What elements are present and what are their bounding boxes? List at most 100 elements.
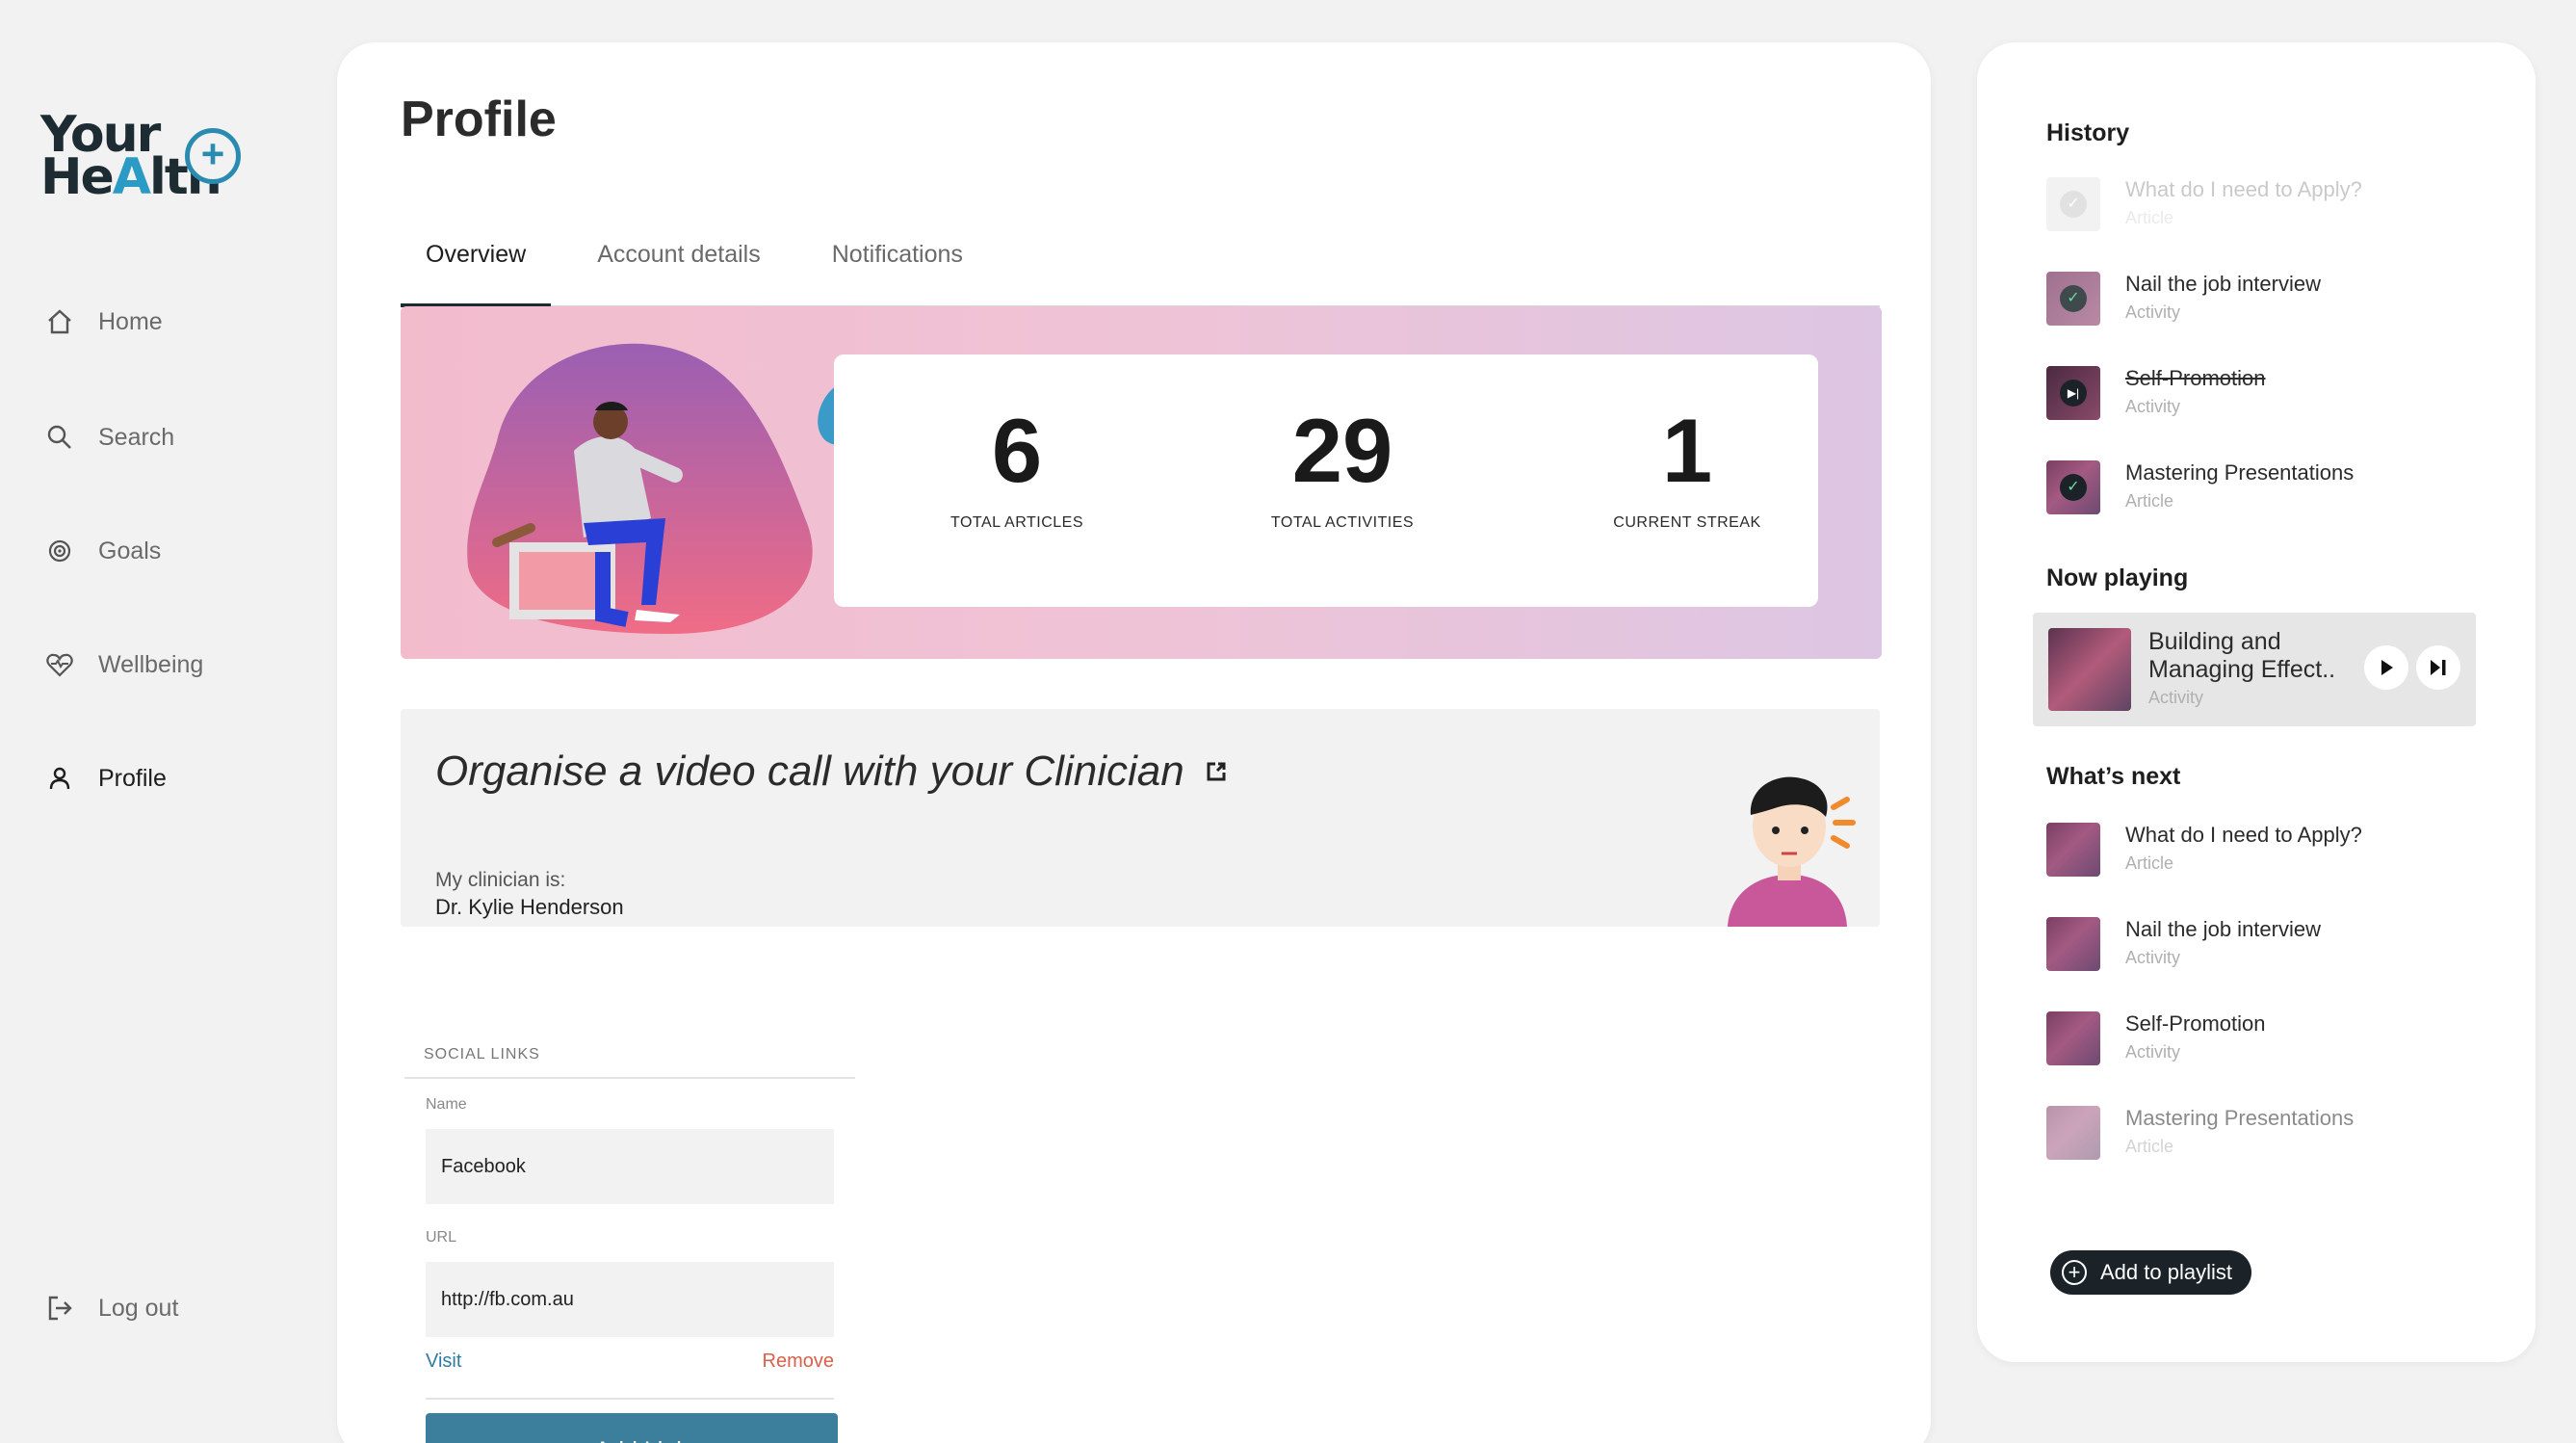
stats-card: 6 TOTAL ARTICLES 29 TOTAL ACTIVITIES 1 C… (834, 354, 1818, 607)
name-label: Name (426, 1096, 467, 1113)
sidebar: Your HeAlth + Home Search Goals Wellbein… (0, 0, 318, 1443)
item-type: Article (2125, 208, 2174, 227)
item-title: Nail the job interview (2125, 917, 2321, 941)
nav-search[interactable]: Search (44, 422, 174, 453)
call-title-text: Organise a video call with your Clinicia… (435, 748, 1184, 795)
history-title: History (2046, 119, 2130, 146)
nav-wellbeing-label: Wellbeing (98, 650, 204, 678)
stat-label: CURRENT STREAK (1613, 514, 1761, 531)
stat-total-articles: 6 TOTAL ARTICLES (901, 403, 1132, 532)
check-icon: ✓ (2060, 474, 2087, 501)
item-type: Activity (2125, 948, 2181, 967)
check-icon: ✓ (2060, 191, 2087, 218)
history-item[interactable]: ✓ Mastering Presentations Article (2046, 457, 2489, 518)
clinician-label: My clinician is: (435, 869, 566, 891)
tab-account-details[interactable]: Account details (572, 206, 786, 307)
clinician-name: Dr. Kylie Henderson (435, 895, 624, 919)
add-link-button[interactable]: + Add Link (426, 1413, 838, 1443)
tab-bar: Overview Account details Notifications (401, 206, 1880, 307)
page-title: Profile (401, 92, 557, 147)
url-label: URL (426, 1229, 457, 1246)
nav-goals[interactable]: Goals (44, 536, 161, 566)
nav-home[interactable]: Home (44, 306, 163, 337)
nav-logout[interactable]: Log out (44, 1293, 178, 1324)
thumbnail (2046, 1106, 2100, 1160)
playlist-panel: History ✓ What do I need to Apply? Artic… (1977, 42, 2536, 1362)
item-title: What do I need to Apply? (2125, 823, 2362, 847)
stat-current-streak: 1 CURRENT STREAK (1572, 403, 1803, 532)
tab-notifications[interactable]: Notifications (807, 206, 988, 307)
item-title: Self-Promotion (2125, 1011, 2266, 1036)
stat-label: TOTAL ACTIVITIES (1270, 514, 1415, 531)
now-playing-title: Now playing (2046, 564, 2189, 591)
external-link-icon (1207, 762, 1226, 781)
history-item[interactable]: ✓ What do I need to Apply? Article (2046, 173, 2489, 235)
logo[interactable]: Your HeAlth + (40, 110, 262, 210)
item-type: Activity (2125, 1042, 2181, 1062)
stat-value: 1 (1661, 400, 1713, 501)
social-links-heading: SOCIAL LINKS (404, 1036, 855, 1079)
thumbnail: ▶| (2046, 366, 2100, 420)
user-icon (49, 767, 70, 790)
item-type: Activity (2125, 302, 2181, 322)
add-to-playlist-label: Add to playlist (2100, 1260, 2232, 1284)
name-field[interactable]: Facebook (426, 1129, 834, 1204)
now-playing-card[interactable]: Building and Managing Effect.. Activity (2033, 613, 2476, 726)
now-playing-item-type: Activity (2148, 688, 2204, 707)
main-panel: Profile Overview Account details Notific… (337, 42, 1931, 1443)
next-item[interactable]: Mastering Presentations Article (2046, 1102, 2489, 1164)
next-item[interactable]: Self-Promotion Activity (2046, 1008, 2489, 1069)
thumbnail (2046, 823, 2100, 877)
tab-overview[interactable]: Overview (401, 206, 552, 307)
thumbnail: ✓ (2046, 177, 2100, 231)
history-item[interactable]: ✓ Nail the job interview Activity (2046, 268, 2489, 329)
item-type: Article (2125, 491, 2174, 511)
nav-profile[interactable]: Profile (44, 763, 167, 794)
item-title: What do I need to Apply? (2125, 177, 2362, 201)
nav-wellbeing[interactable]: Wellbeing (44, 649, 203, 680)
add-to-playlist-button[interactable]: + Add to playlist (2050, 1250, 2251, 1295)
item-type: Article (2125, 1137, 2174, 1156)
visit-link[interactable]: Visit (426, 1351, 461, 1373)
whats-next-title: What’s next (2046, 763, 2181, 790)
heart-pulse-icon (46, 653, 73, 677)
social-links-section: SOCIAL LINKS Name Facebook URL http://fb… (404, 1036, 855, 1443)
skip-next-icon (2431, 660, 2446, 675)
nav-goals-label: Goals (98, 537, 162, 564)
item-type: Article (2125, 853, 2174, 873)
item-title: Nail the job interview (2125, 272, 2321, 296)
nav-profile-label: Profile (98, 764, 167, 792)
nav-home-label: Home (98, 307, 163, 335)
play-icon (2381, 660, 2393, 675)
clinician-call-card[interactable]: Organise a video call with your Clinicia… (401, 709, 1880, 927)
next-item[interactable]: What do I need to Apply? Article (2046, 819, 2489, 880)
thumbnail: ✓ (2046, 272, 2100, 326)
divider (426, 1398, 834, 1400)
now-playing-thumbnail (2048, 628, 2131, 711)
thumbnail (2046, 1011, 2100, 1065)
skip-icon: ▶| (2060, 380, 2087, 407)
target-icon (48, 539, 71, 563)
nav-search-label: Search (98, 423, 175, 451)
plus-circle-icon: + (2062, 1260, 2087, 1285)
next-item[interactable]: Nail the job interview Activity (2046, 913, 2489, 975)
link-actions: Visit Remove (426, 1351, 834, 1373)
check-icon: ✓ (2060, 285, 2087, 312)
call-title[interactable]: Organise a video call with your Clinicia… (435, 748, 1229, 796)
stat-value: 6 (991, 400, 1043, 501)
stat-total-activities: 29 TOTAL ACTIVITIES (1227, 403, 1458, 532)
person-sitting-illustration (467, 343, 873, 634)
play-button[interactable] (2364, 645, 2408, 690)
item-title: Self-Promotion (2125, 366, 2266, 390)
history-item[interactable]: ▶| Self-Promotion Activity (2046, 362, 2489, 424)
stats-banner: 6 TOTAL ARTICLES 29 TOTAL ACTIVITIES 1 C… (401, 306, 1882, 659)
url-field[interactable]: http://fb.com.au (426, 1262, 834, 1337)
skip-next-button[interactable] (2416, 645, 2460, 690)
remove-link[interactable]: Remove (763, 1351, 834, 1373)
thumbnail: ✓ (2046, 460, 2100, 514)
logo-plus-icon: + (185, 128, 241, 184)
now-playing-item-title: Building and Managing Effect.. (2148, 628, 2336, 683)
logout-icon (48, 1296, 72, 1321)
item-type: Activity (2125, 397, 2181, 416)
nav-logout-label: Log out (98, 1294, 179, 1322)
